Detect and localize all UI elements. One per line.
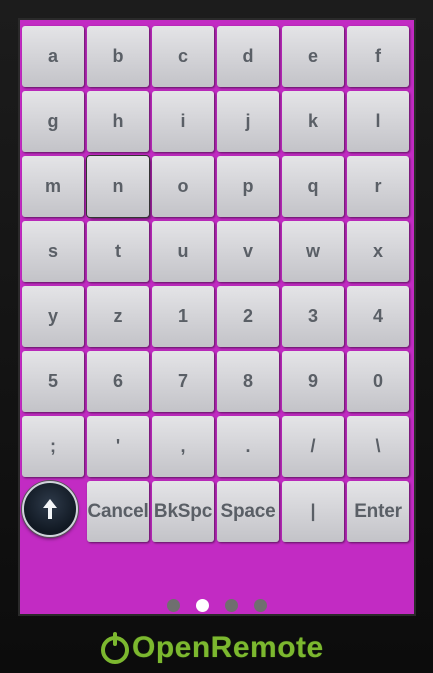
key-5-3[interactable]: 8	[217, 351, 279, 412]
key-1-2[interactable]: i	[152, 91, 214, 152]
key-2-3[interactable]: p	[217, 156, 279, 217]
cancel-button[interactable]: Cancel	[87, 481, 149, 542]
logo-text: OpenRemote	[132, 631, 324, 664]
key-4-1[interactable]: z	[87, 286, 149, 347]
key-2-0[interactable]: m	[22, 156, 84, 217]
enter-button[interactable]: Enter	[347, 481, 409, 542]
space-button[interactable]: Space	[217, 481, 279, 542]
up-arrow-icon	[43, 499, 57, 519]
key-6-2[interactable]: ,	[152, 416, 214, 477]
key-3-5[interactable]: x	[347, 221, 409, 282]
key-6-5[interactable]: \	[347, 416, 409, 477]
key-5-4[interactable]: 9	[282, 351, 344, 412]
key-2-1[interactable]: n	[87, 156, 149, 217]
key-3-1[interactable]: t	[87, 221, 149, 282]
key-1-3[interactable]: j	[217, 91, 279, 152]
key-0-0[interactable]: a	[22, 26, 84, 87]
key-0-4[interactable]: e	[282, 26, 344, 87]
key-0-3[interactable]: d	[217, 26, 279, 87]
key-5-2[interactable]: 7	[152, 351, 214, 412]
key-3-0[interactable]: s	[22, 221, 84, 282]
key-5-0[interactable]: 5	[22, 351, 84, 412]
key-2-4[interactable]: q	[282, 156, 344, 217]
key-6-3[interactable]: .	[217, 416, 279, 477]
key-3-2[interactable]: u	[152, 221, 214, 282]
key-1-0[interactable]: g	[22, 91, 84, 152]
key-6-0[interactable]: ;	[22, 416, 84, 477]
key-0-5[interactable]: f	[347, 26, 409, 87]
key-1-4[interactable]: k	[282, 91, 344, 152]
key-2-5[interactable]: r	[347, 156, 409, 217]
openremote-logo: OpenRemote	[98, 630, 324, 666]
key-5-5[interactable]: 0	[347, 351, 409, 412]
pipe-key[interactable]: |	[282, 481, 344, 542]
key-0-2[interactable]: c	[152, 26, 214, 87]
shift-button[interactable]	[22, 481, 78, 537]
key-5-1[interactable]: 6	[87, 351, 149, 412]
key-4-3[interactable]: 2	[217, 286, 279, 347]
page-dot[interactable]	[253, 599, 267, 612]
page-dot[interactable]	[166, 599, 180, 612]
key-3-3[interactable]: v	[217, 221, 279, 282]
page-dot[interactable]	[224, 599, 238, 612]
key-2-2[interactable]: o	[152, 156, 214, 217]
key-6-4[interactable]: /	[282, 416, 344, 477]
key-4-0[interactable]: y	[22, 286, 84, 347]
key-4-2[interactable]: 1	[152, 286, 214, 347]
key-0-1[interactable]: b	[87, 26, 149, 87]
power-icon	[101, 632, 129, 664]
key-4-5[interactable]: 4	[347, 286, 409, 347]
key-1-5[interactable]: l	[347, 91, 409, 152]
key-4-4[interactable]: 3	[282, 286, 344, 347]
page-dot-active[interactable]	[195, 599, 209, 612]
backspace-button[interactable]: BkSpc	[152, 481, 214, 542]
page-indicator	[0, 599, 433, 613]
key-3-4[interactable]: w	[282, 221, 344, 282]
key-1-1[interactable]: h	[87, 91, 149, 152]
key-6-1[interactable]: '	[87, 416, 149, 477]
